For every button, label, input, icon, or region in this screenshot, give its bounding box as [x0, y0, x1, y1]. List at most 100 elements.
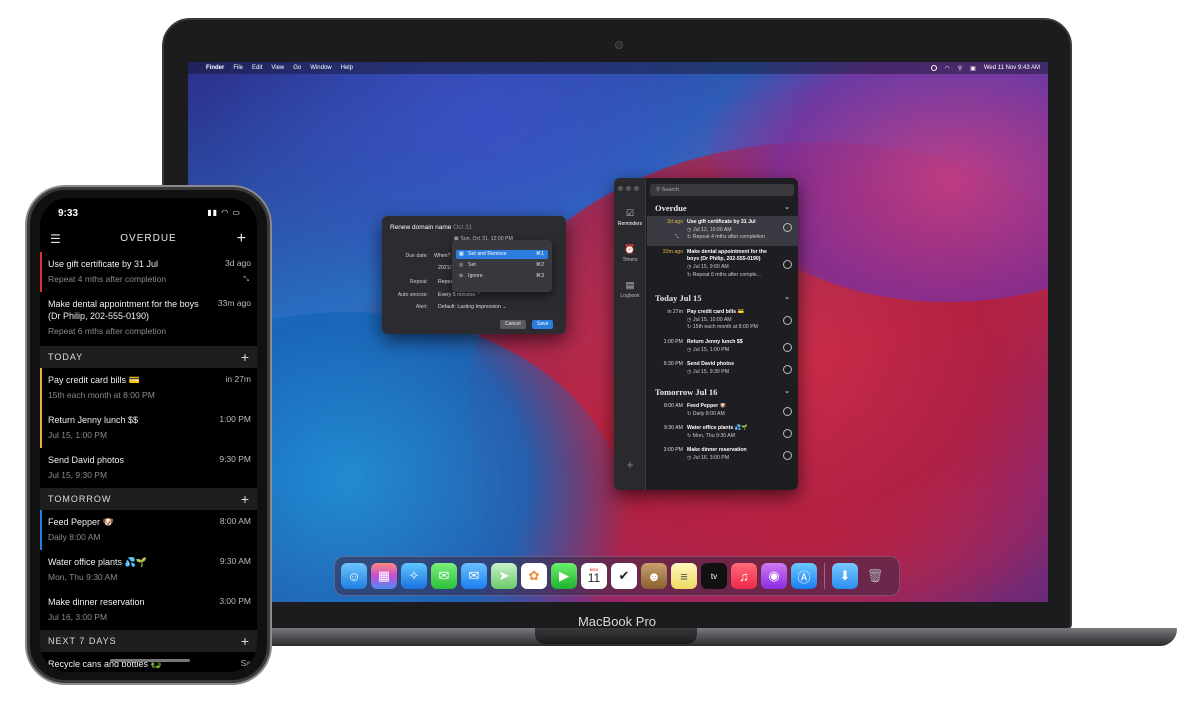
add-icon[interactable]: + — [614, 458, 646, 472]
list-item[interactable]: 9:30 AM Water office plants 💦🌱 ↻ Mon, Th… — [647, 422, 798, 444]
finder-icon[interactable]: ☺ — [341, 563, 367, 589]
reminder-list: Use gift certificate by 31 Jul Repeat 4 … — [40, 252, 257, 672]
podcasts-icon[interactable]: ◉ — [761, 563, 787, 589]
messages-icon[interactable]: ✉ — [431, 563, 457, 589]
section-next-7-days[interactable]: NEXT 7 DAYS + — [40, 630, 257, 652]
downloads-folder-icon[interactable]: ⬇ — [832, 563, 858, 589]
complete-checkbox[interactable] — [783, 365, 792, 374]
list-item[interactable]: 33m ago Make dental appointment for the … — [647, 246, 798, 284]
menu-ignore[interactable]: ⊖ Ignore ⌘3 — [456, 272, 548, 281]
list-item[interactable]: Water office plants 💦🌱 Mon, Thu 9:30 AM … — [40, 550, 257, 590]
list-item[interactable]: 1:00 PM Return Jenny lunch $$ ◷ Jul 15, … — [647, 336, 798, 358]
list-item[interactable]: 3d ago Use gift certificate by 31 Jul ◷ … — [647, 216, 798, 246]
due-icon[interactable]: ✔ — [611, 563, 637, 589]
chevron-down-icon[interactable]: ⌄ — [784, 290, 790, 306]
complete-checkbox[interactable] — [783, 451, 792, 460]
complete-checkbox[interactable] — [783, 429, 792, 438]
launchpad-icon[interactable]: ▦ — [371, 563, 397, 589]
complete-checkbox[interactable] — [783, 316, 792, 325]
alert-select[interactable]: Default: Lasting Impression ⌄ — [438, 304, 507, 310]
mail-icon[interactable]: ✉ — [461, 563, 487, 589]
hamburger-menu-icon[interactable]: ☰ — [50, 226, 62, 252]
due-app-icon[interactable] — [930, 65, 937, 71]
add-icon[interactable]: + — [241, 346, 249, 368]
list-item[interactable]: Use gift certificate by 31 Jul Repeat 4 … — [40, 252, 257, 292]
camera — [615, 41, 623, 49]
music-icon[interactable]: ♫ — [731, 563, 757, 589]
facetime-icon[interactable]: ▶ — [551, 563, 577, 589]
sidebar-item-timers[interactable]: ⏰ Timers — [614, 244, 646, 263]
due-date-label: Due date: — [405, 253, 429, 259]
app-store-icon[interactable]: Ⓐ — [791, 563, 817, 589]
sidebar-item-reminders[interactable]: ☑ Reminders — [614, 208, 646, 227]
menu-set[interactable]: ◎ Set ⌘2 — [456, 261, 548, 270]
list-item[interactable]: Make dinner reservation Jul 16, 3:00 PM … — [40, 590, 257, 630]
list-item[interactable]: 9:30 PM Send David photos ◷ Jul 15, 9:30… — [647, 358, 798, 380]
list-item[interactable]: 3:00 PM Make dinner reservation ◷ Jul 16… — [647, 444, 798, 466]
menubar-clock[interactable]: Wed 11 Nov 9:43 AM — [984, 65, 1040, 71]
contacts-icon[interactable]: ☻ — [641, 563, 667, 589]
add-icon[interactable]: + — [241, 630, 249, 652]
sidebar: ☑ Reminders ⏰ Timers ▤ Logbook + — [614, 178, 646, 490]
wifi-icon[interactable]: ◠ — [945, 65, 950, 72]
chevron-down-icon[interactable]: ⌄ — [784, 200, 790, 216]
date-action-menu: ▦ Set and Remove ⌘1 ◎ Set ⌘2 ⊖ Ignore ⌘3 — [452, 240, 552, 292]
save-button[interactable]: Save — [532, 320, 554, 329]
menu-app-name[interactable]: Finder — [206, 65, 224, 71]
section-today[interactable]: Today Jul 15 ⌄ — [647, 290, 798, 306]
menu-set-and-remove[interactable]: ▦ Set and Remove ⌘1 — [456, 250, 548, 259]
complete-checkbox[interactable] — [783, 260, 792, 269]
sidebar-item-logbook[interactable]: ▤ Logbook — [614, 280, 646, 299]
mac-desktop: Finder File Edit View Go Window Help ◠ ⚲… — [188, 62, 1048, 602]
control-center-icon[interactable]: ▣ — [970, 65, 976, 72]
list-item[interactable]: 8:00 AM Feed Pepper 🐶 ↻ Daily 8:00 AM — [647, 400, 798, 422]
list-item[interactable]: Pay credit card bills 💳 15th each month … — [40, 368, 257, 408]
alert-label: Alert: — [415, 304, 428, 310]
status-time: 9:33 — [58, 208, 79, 219]
calendar-icon[interactable]: NOV 11 — [581, 563, 607, 589]
due-when-field[interactable]: When? — [434, 253, 450, 259]
section-overdue[interactable]: Overdue ⌄ — [647, 200, 798, 216]
auto-snooze-select[interactable]: Every 5 minutes ⌃ — [438, 292, 481, 298]
maps-icon[interactable]: ➤ — [491, 563, 517, 589]
photos-icon[interactable]: ✿ — [521, 563, 547, 589]
safari-icon[interactable]: ✧ — [401, 563, 427, 589]
snooze-icon[interactable]: ⤡ — [243, 276, 249, 284]
cancel-button[interactable]: Cancel — [500, 320, 526, 329]
menu-help[interactable]: Help — [341, 65, 353, 71]
search-input[interactable]: ⚲ Search — [650, 184, 794, 196]
add-icon[interactable]: + — [241, 488, 249, 510]
calendar-icon: ▦ — [459, 251, 464, 257]
menu-edit[interactable]: Edit — [252, 65, 262, 71]
dialog-title-field[interactable]: Renew domain name Oct 31 — [390, 224, 472, 231]
tv-icon[interactable]: tv — [701, 563, 727, 589]
page-title: OVERDUE — [120, 233, 177, 244]
section-today[interactable]: TODAY + — [40, 346, 257, 368]
reminders-window: ☑ Reminders ⏰ Timers ▤ Logbook + ⚲ Searc… — [614, 178, 798, 490]
list-item[interactable]: Return Jenny lunch $$ Jul 15, 1:00 PM 1:… — [40, 408, 257, 448]
section-tomorrow[interactable]: Tomorrow Jul 16 ⌄ — [647, 384, 798, 400]
complete-checkbox[interactable] — [783, 343, 792, 352]
section-tomorrow[interactable]: TOMORROW + — [40, 488, 257, 510]
notes-icon[interactable]: ≡ — [671, 563, 697, 589]
alarm-icon: ⏰ — [624, 244, 636, 254]
complete-checkbox[interactable] — [783, 223, 792, 232]
list-item[interactable]: in 27m Pay credit card bills 💳 ◷ Jul 15,… — [647, 306, 798, 336]
menu-window[interactable]: Window — [310, 65, 331, 71]
trash-icon[interactable]: 🗑 — [862, 563, 888, 589]
menu-view[interactable]: View — [271, 65, 284, 71]
complete-checkbox[interactable] — [783, 407, 792, 416]
list-item[interactable]: Feed Pepper 🐶 Daily 8:00 AM 8:00 AM — [40, 510, 257, 550]
search-icon[interactable]: ⚲ — [958, 65, 962, 72]
snooze-icon[interactable]: ⤡ — [675, 234, 679, 240]
list-item[interactable]: Make dental appointment for the boys (Dr… — [40, 292, 257, 346]
add-icon[interactable]: + — [237, 226, 247, 252]
window-controls[interactable] — [618, 186, 639, 191]
auto-snooze-label: Auto snooze: — [397, 292, 428, 298]
menu-go[interactable]: Go — [293, 65, 301, 71]
menu-file[interactable]: File — [233, 65, 243, 71]
list-item[interactable]: Send David photos Jul 15, 9:30 PM 9:30 P… — [40, 448, 257, 488]
chevron-down-icon[interactable]: ⌄ — [784, 384, 790, 400]
home-indicator — [110, 659, 190, 662]
list-item[interactable]: Recycle cans and bottles ♻️ Sa — [40, 652, 257, 672]
